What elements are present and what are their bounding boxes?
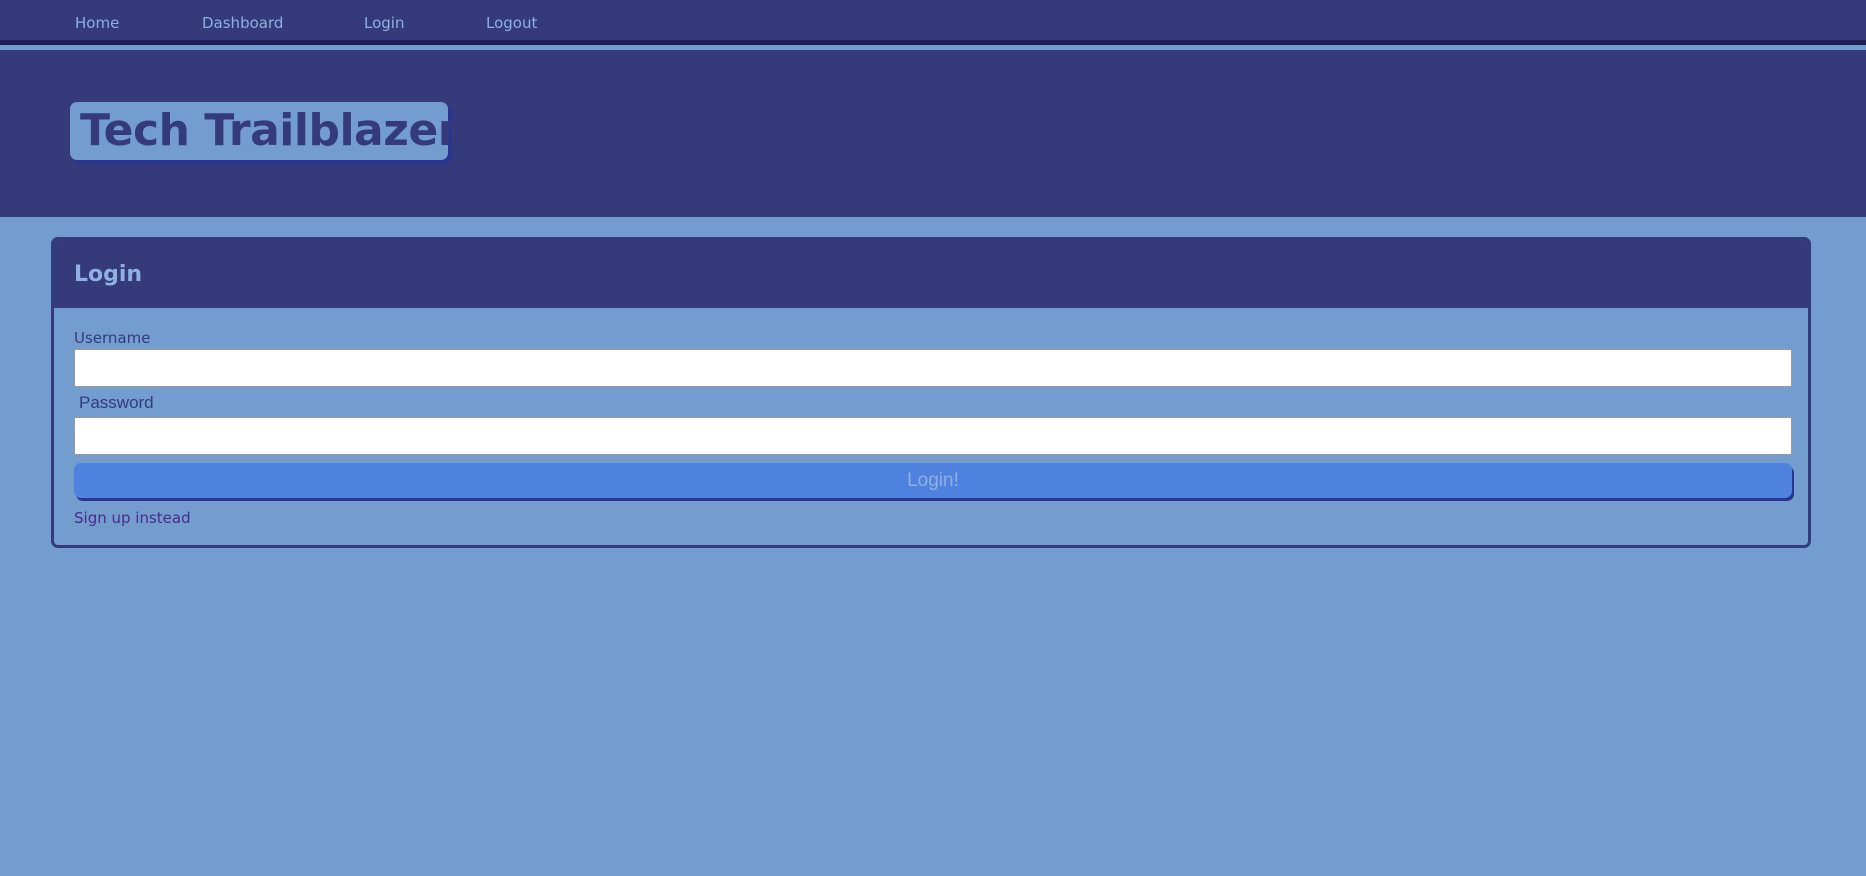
nav-link-login[interactable]: Login — [364, 14, 404, 32]
site-title: Tech Trailblazer — [80, 105, 459, 156]
login-button[interactable]: Login! — [74, 463, 1792, 498]
signup-link[interactable]: Sign up instead — [74, 509, 191, 527]
login-card: Login Username Password Login! Sign up i… — [51, 237, 1811, 548]
login-card-header: Login — [54, 240, 1808, 308]
nav-link-home[interactable]: Home — [75, 14, 119, 32]
password-label: Password — [79, 393, 154, 412]
login-card-title: Login — [74, 262, 143, 287]
site-brand: Tech Trailblazer — [70, 102, 459, 160]
username-input[interactable] — [74, 349, 1792, 387]
top-navigation: Home Dashboard Login Logout — [0, 0, 1866, 45]
username-label: Username — [74, 329, 151, 347]
nav-link-dashboard[interactable]: Dashboard — [202, 14, 283, 32]
nav-link-logout[interactable]: Logout — [486, 14, 537, 32]
password-input[interactable] — [74, 417, 1792, 455]
